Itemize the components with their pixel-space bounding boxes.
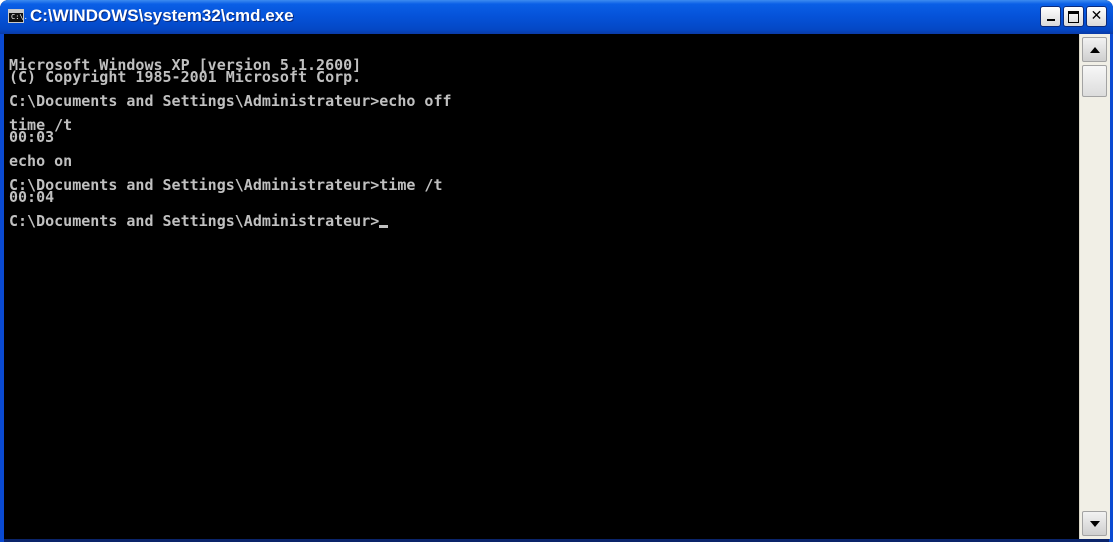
scroll-thumb[interactable] (1082, 65, 1107, 97)
maximize-button[interactable] (1063, 6, 1084, 27)
arrow-up-icon (1090, 47, 1100, 53)
arrow-down-icon (1090, 521, 1100, 527)
console-line: time /t (9, 116, 73, 134)
console-line: echo on (9, 152, 73, 170)
prompt-text: C:\Documents and Settings\Administrateur… (9, 212, 380, 230)
console-line: (C) Copyright 1985-2001 Microsoft Corp. (9, 68, 362, 86)
minimize-icon (1046, 19, 1055, 21)
cmd-window: C:\. C:\WINDOWS\system32\cmd.exe ✕ Micro… (0, 0, 1113, 542)
close-icon: ✕ (1090, 8, 1103, 24)
minimize-button[interactable] (1040, 6, 1061, 27)
console-line: C:\Documents and Settings\Administrateur… (9, 92, 452, 110)
scroll-down-button[interactable] (1082, 511, 1107, 536)
cmd-icon-label: C:\. (11, 13, 28, 21)
prompt-line[interactable]: C:\Documents and Settings\Administrateur… (9, 212, 1079, 230)
maximize-icon (1068, 11, 1079, 23)
console-line: C:\Documents and Settings\Administrateur… (9, 176, 443, 194)
title-bar[interactable]: C:\. C:\WINDOWS\system32\cmd.exe ✕ (0, 0, 1113, 34)
vertical-scrollbar[interactable] (1079, 34, 1110, 539)
window-title: C:\WINDOWS\system32\cmd.exe (30, 6, 294, 25)
console-output[interactable]: Microsoft Windows XP [version 5.1.2600] … (4, 34, 1079, 539)
text-cursor (379, 225, 389, 228)
scroll-up-button[interactable] (1082, 37, 1107, 62)
console-line: 00:03 (9, 128, 55, 146)
close-button[interactable]: ✕ (1086, 6, 1107, 27)
cmd-icon[interactable]: C:\. (8, 9, 28, 23)
